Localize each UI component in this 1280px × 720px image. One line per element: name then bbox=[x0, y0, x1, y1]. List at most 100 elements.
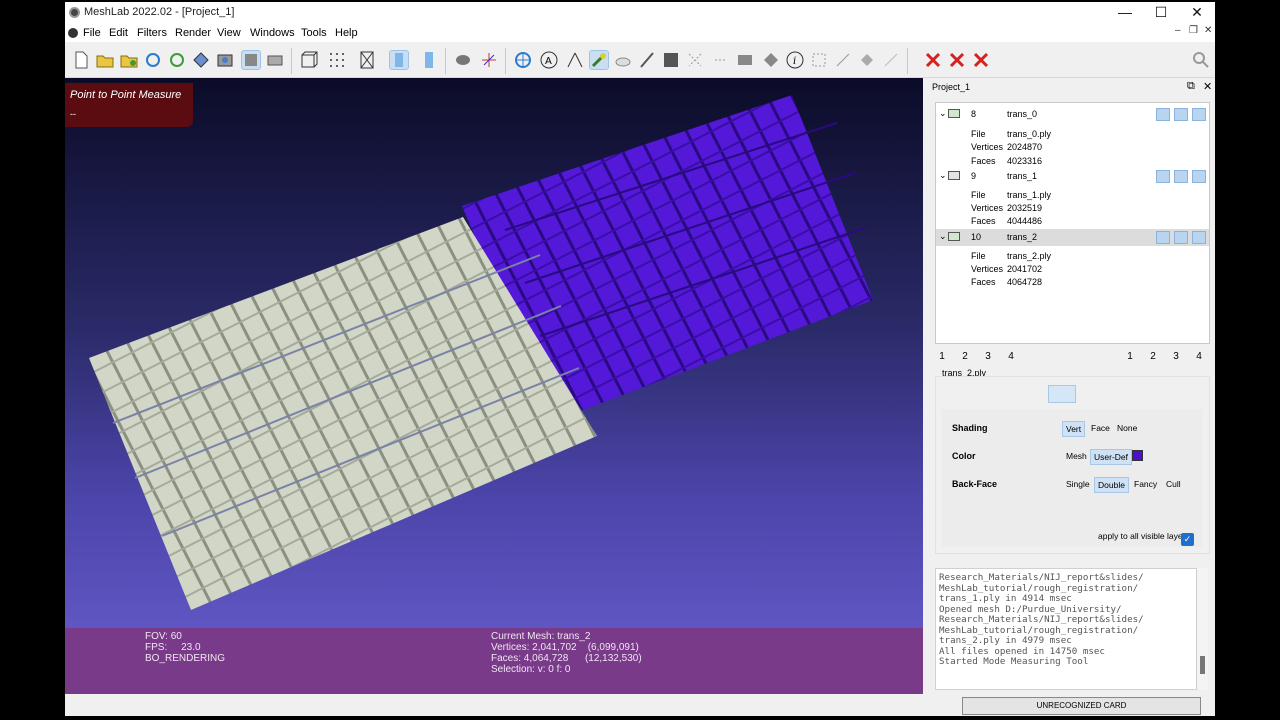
bbox-tab-icon[interactable] bbox=[946, 385, 974, 403]
solid-render-icon[interactable] bbox=[1156, 108, 1170, 121]
solid-icon[interactable] bbox=[389, 50, 409, 70]
texture-render-icon[interactable] bbox=[1192, 170, 1206, 183]
mdi-close-button[interactable]: ✕ bbox=[1204, 25, 1212, 36]
close-button[interactable]: ✕ bbox=[1179, 2, 1215, 24]
expand-arrow-icon[interactable]: ⌄ bbox=[939, 231, 947, 242]
menu-filters[interactable]: Filters bbox=[137, 27, 167, 39]
backface-double-option[interactable]: Double bbox=[1094, 477, 1129, 493]
backface-fancy-option[interactable]: Fancy bbox=[1131, 477, 1160, 491]
points-render-icon[interactable] bbox=[1120, 170, 1134, 183]
export-mesh-icon[interactable] bbox=[191, 50, 211, 70]
select-faces-icon[interactable] bbox=[685, 50, 705, 70]
texture-render-icon[interactable] bbox=[1192, 108, 1206, 121]
dock-close-icon[interactable]: ✕ bbox=[1203, 80, 1212, 93]
edit-ref-icon[interactable] bbox=[833, 50, 853, 70]
page-left-4-button[interactable]: 4 bbox=[1004, 350, 1018, 364]
layer-name[interactable]: trans_0 bbox=[1007, 109, 1037, 119]
wire-render-icon[interactable] bbox=[1139, 108, 1153, 121]
open-project-icon[interactable] bbox=[95, 50, 115, 70]
wire-tab-icon[interactable] bbox=[1014, 385, 1042, 403]
page-right-4-button[interactable]: 4 bbox=[1192, 350, 1206, 364]
menu-edit[interactable]: Edit bbox=[109, 27, 128, 39]
snapshot-icon[interactable] bbox=[215, 50, 235, 70]
info-icon[interactable]: i bbox=[785, 50, 805, 70]
wire-render-icon[interactable] bbox=[1139, 231, 1153, 244]
wireframe-icon[interactable] bbox=[357, 50, 377, 70]
solid-render-icon[interactable] bbox=[1156, 231, 1170, 244]
box-render-icon[interactable] bbox=[1101, 170, 1115, 183]
page-right-3-button[interactable]: 3 bbox=[1169, 350, 1183, 364]
select-vertices-icon[interactable] bbox=[711, 50, 731, 70]
measure-icon[interactable] bbox=[565, 50, 585, 70]
layer-dialog-icon[interactable] bbox=[241, 50, 261, 70]
light-icon[interactable] bbox=[453, 50, 473, 70]
minimize-button[interactable]: — bbox=[1107, 2, 1143, 24]
reload-icon[interactable] bbox=[143, 50, 163, 70]
page-left-1-button[interactable]: 1 bbox=[935, 350, 949, 364]
points-render-icon[interactable] bbox=[1120, 108, 1134, 121]
wire-render-icon[interactable] bbox=[1139, 170, 1153, 183]
shading-vert-option[interactable]: Vert bbox=[1062, 421, 1086, 437]
box-render-icon[interactable] bbox=[1101, 108, 1115, 121]
menu-help[interactable]: Help bbox=[335, 27, 358, 39]
mdi-minimize-button[interactable]: – bbox=[1175, 25, 1181, 36]
points-tab-icon[interactable] bbox=[980, 385, 1008, 403]
visibility-icon[interactable] bbox=[948, 171, 960, 180]
texture-render-icon[interactable] bbox=[1192, 231, 1206, 244]
menu-render[interactable]: Render bbox=[175, 27, 211, 39]
point-pick-icon[interactable] bbox=[881, 50, 901, 70]
shading-face-option[interactable]: Face bbox=[1088, 421, 1113, 435]
layer-item[interactable]: ⌄ 8 trans_0 File trans_0.ply Vertices 20… bbox=[936, 106, 1209, 166]
texture-tab-icon[interactable] bbox=[1116, 385, 1144, 403]
visibility-icon[interactable] bbox=[948, 232, 960, 241]
color-tab-icon[interactable] bbox=[1082, 385, 1110, 403]
color-render-icon[interactable] bbox=[1174, 108, 1188, 121]
page-left-2-button[interactable]: 2 bbox=[958, 350, 972, 364]
box-render-icon[interactable] bbox=[1101, 231, 1115, 244]
points-render-icon[interactable] bbox=[1120, 231, 1134, 244]
shading-none-option[interactable]: None bbox=[1114, 421, 1140, 435]
color-render-icon[interactable] bbox=[1174, 170, 1188, 183]
solid-tab-icon[interactable] bbox=[1048, 385, 1076, 403]
manipulator-icon[interactable] bbox=[513, 50, 533, 70]
menu-tools[interactable]: Tools bbox=[301, 27, 327, 39]
menu-windows[interactable]: Windows bbox=[250, 27, 295, 39]
page-right-1-button[interactable]: 1 bbox=[1123, 350, 1137, 364]
backface-cull-option[interactable]: Cull bbox=[1163, 477, 1184, 491]
points-icon[interactable] bbox=[327, 50, 347, 70]
georef-icon[interactable] bbox=[761, 50, 781, 70]
raster-align-icon[interactable] bbox=[661, 50, 681, 70]
raster-icon[interactable] bbox=[265, 50, 285, 70]
user-color-swatch[interactable] bbox=[1132, 450, 1143, 461]
paint-icon[interactable] bbox=[613, 50, 633, 70]
search-icon[interactable] bbox=[1191, 50, 1211, 70]
align-icon[interactable] bbox=[735, 50, 755, 70]
layer-item-selected[interactable]: ⌄ 10 trans_2 File trans_2.ply Vertices 2… bbox=[936, 229, 1209, 289]
solid-render-icon[interactable] bbox=[1156, 170, 1170, 183]
texture-tool-icon[interactable] bbox=[857, 50, 877, 70]
layer-name[interactable]: trans_2 bbox=[1007, 232, 1037, 242]
annotation-icon[interactable]: A bbox=[539, 50, 559, 70]
axis-icon[interactable] bbox=[479, 50, 499, 70]
layer-name[interactable]: trans_1 bbox=[1007, 171, 1037, 181]
3d-viewport[interactable]: Point to Point Measure -- bbox=[65, 78, 923, 628]
texture-icon[interactable] bbox=[419, 50, 439, 70]
color-userdef-option[interactable]: User-Def bbox=[1090, 449, 1133, 465]
expand-arrow-icon[interactable]: ⌄ bbox=[939, 108, 947, 119]
color-mesh-option[interactable]: Mesh bbox=[1063, 449, 1090, 463]
delete-selection-icon[interactable] bbox=[923, 50, 943, 70]
bounding-box-icon[interactable] bbox=[299, 50, 319, 70]
menu-view[interactable]: View bbox=[217, 27, 241, 39]
menu-file[interactable]: File bbox=[83, 27, 101, 39]
new-project-icon[interactable] bbox=[71, 50, 91, 70]
apply-all-checkbox[interactable]: ✓ bbox=[1181, 533, 1194, 546]
import-mesh-icon[interactable] bbox=[119, 50, 139, 70]
reload-all-icon[interactable] bbox=[167, 50, 187, 70]
log-scrollbar-thumb[interactable] bbox=[1200, 656, 1205, 674]
brush-icon[interactable] bbox=[637, 50, 657, 70]
mdi-restore-button[interactable]: ❐ bbox=[1189, 25, 1198, 36]
maximize-button[interactable]: ☐ bbox=[1143, 2, 1179, 24]
backface-single-option[interactable]: Single bbox=[1063, 477, 1093, 491]
visibility-icon[interactable] bbox=[948, 109, 960, 118]
measure-tool-active-icon[interactable] bbox=[589, 50, 609, 70]
